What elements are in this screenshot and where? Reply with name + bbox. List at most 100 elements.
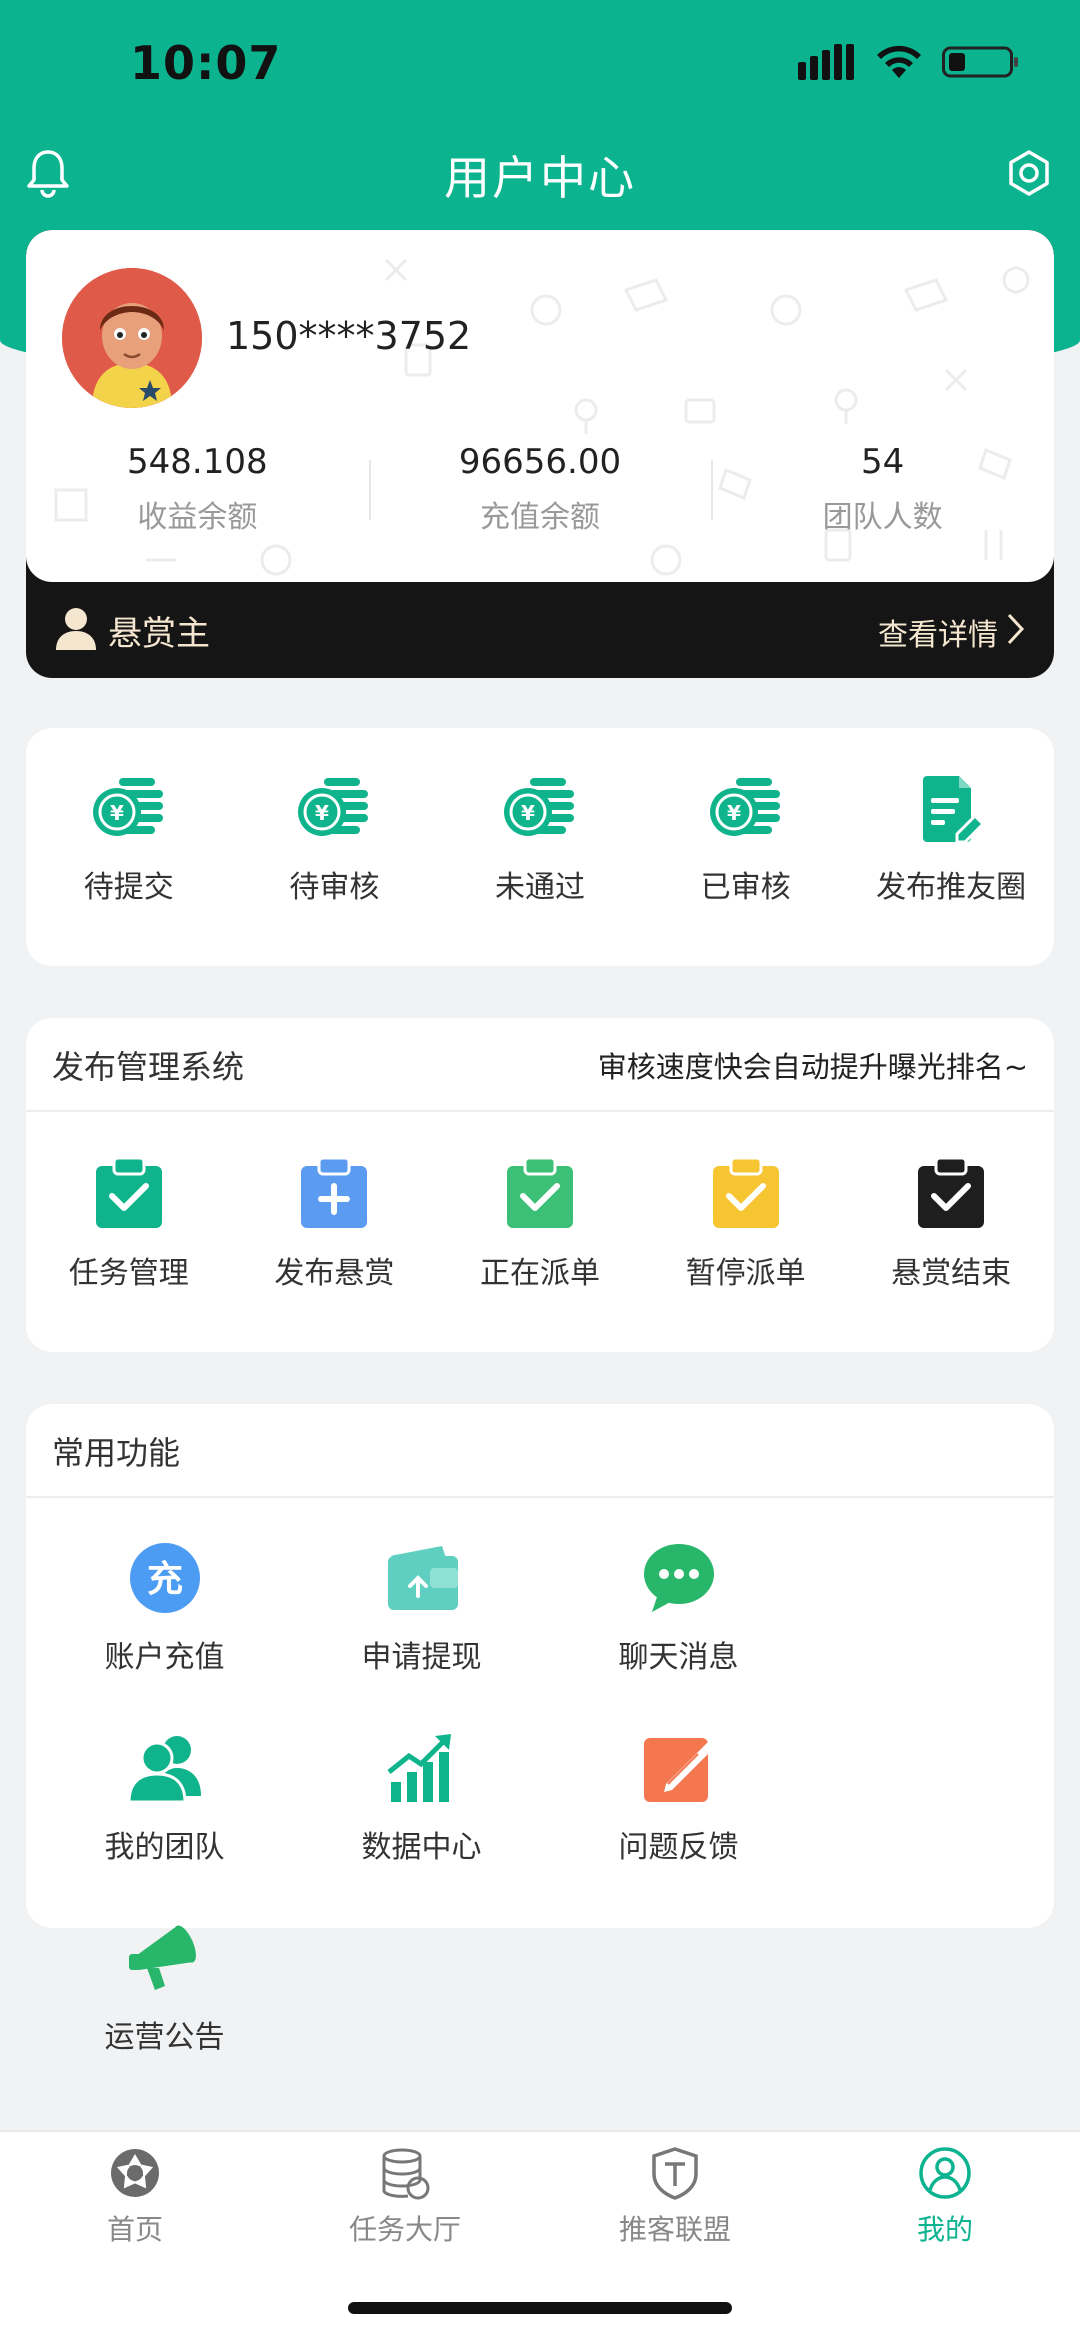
function-label: 数据中心 [361,1830,482,1865]
megaphone-icon [128,1925,196,1990]
status-time: 10:07 [130,36,282,90]
action-label: 暂停派单 [685,1256,806,1291]
my-team[interactable]: 我的团队 [36,1732,293,1922]
shield-t-icon [652,2147,698,2200]
svg-text:¥: ¥ [727,801,741,825]
card-note: 审核速度快会自动提升曝光排名~ [597,1050,1028,1084]
function-label: 申请提现 [361,1640,482,1675]
user-circle-icon [919,2147,971,2199]
chevron-right-icon [1007,613,1025,645]
order-pending-review[interactable]: ¥ 待审核 [232,774,438,906]
operation-announcement[interactable]: 运营公告 [36,1922,293,2112]
balance-stats: 548.108 收益余额 96656.00 充值余额 54 团队人数 [26,442,1054,536]
order-label: 待提交 [83,870,174,905]
coin-stack-icon: ¥ [709,778,780,836]
tab-label: 我的 [916,2213,973,2246]
account-recharge[interactable]: 充 账户充值 [36,1542,293,1732]
home-indicator [348,2302,732,2314]
stat-income-balance[interactable]: 548.108 收益余额 [26,442,369,536]
order-rejected[interactable]: ¥ 未通过 [437,774,643,906]
team-icon [126,1736,201,1804]
stat-team-count[interactable]: 54 团队人数 [711,442,1054,536]
wifi-icon [877,45,921,78]
svg-text:充: 充 [146,1559,182,1600]
status-bar: 10:07 [0,0,1080,130]
order-label: 待审核 [289,870,380,905]
order-status-card: ¥ 待提交 ¥ 待审核 ¥ 未通过 ¥ 已审核 发布推友圈 [26,728,1054,966]
stat-value: 54 [861,442,905,482]
card-title: 常用功能 [52,1434,181,1472]
apply-withdraw[interactable]: 申请提现 [293,1542,550,1732]
common-functions-card: 常用功能 充 账户充值 申请提现 聊天消息 我的团队 数据中心 问题反馈 运营公… [26,1404,1054,2055]
tab-affiliate[interactable]: 推客联盟 [540,2132,810,2252]
publish-bounty[interactable]: 发布悬赏 [232,1156,438,1292]
common-functions-grid: 充 账户充值 申请提现 聊天消息 我的团队 数据中心 问题反馈 运营公告 [26,1498,1054,2112]
order-label: 未通过 [494,870,585,905]
coin-stack-icon: ¥ [503,778,574,836]
dispatching[interactable]: 正在派单 [437,1156,643,1292]
action-label: 发布悬赏 [274,1256,395,1291]
wallet-icon [387,1546,458,1610]
role-label: 悬赏主 [108,614,210,654]
card-header: 常用功能 [26,1404,1054,1498]
profile-summary: 150****3752 548.108 收益余额 96656.00 充值余额 5… [26,230,1054,582]
tab-label: 任务大厅 [348,2213,461,2246]
action-label: 任务管理 [68,1256,189,1291]
order-status-row: ¥ 待提交 ¥ 待审核 ¥ 未通过 ¥ 已审核 发布推友圈 [26,728,1054,906]
function-label: 运营公告 [104,2020,225,2055]
nav-bar: 用户中心 [0,130,1080,220]
stat-label: 充值余额 [480,500,600,535]
stat-value: 96656.00 [458,442,622,482]
view-details-link[interactable]: 查看详情 [878,610,998,654]
signal-icon [798,44,854,80]
issue-feedback[interactable]: 问题反馈 [550,1732,807,1922]
function-label: 账户充值 [104,1640,225,1675]
tab-mine[interactable]: 我的 [810,2132,1080,2252]
stat-label: 收益余额 [137,500,258,535]
document-edit-icon [923,776,986,844]
publish-moments[interactable]: 发布推友圈 [848,774,1054,906]
chat-messages[interactable]: 聊天消息 [550,1542,807,1732]
data-center[interactable]: 数据中心 [293,1732,550,1922]
battery-icon [942,46,1018,78]
feedback-edit-icon [643,1738,714,1802]
order-approved[interactable]: ¥ 已审核 [643,774,849,906]
clipboard-plus-icon [301,1156,368,1228]
page-title: 用户中心 [444,151,636,205]
action-label: 悬赏结束 [891,1256,1012,1291]
task-management[interactable]: 任务管理 [26,1156,232,1292]
role-bar[interactable]: 悬赏主 查看详情 [26,582,1054,678]
tab-task-hall[interactable]: 任务大厅 [270,2132,540,2252]
publish-management-card: 发布管理系统 审核速度快会自动提升曝光排名~ 任务管理 发布悬赏 正在派单 暂停… [26,1018,1054,1352]
order-label: 已审核 [700,870,791,905]
user-silhouette-icon [56,608,96,650]
settings-icon[interactable] [1004,148,1054,198]
bounty-ended[interactable]: 悬赏结束 [848,1156,1054,1292]
status-icons [798,44,1020,80]
avatar-illustration [62,268,202,408]
pause-dispatch[interactable]: 暂停派单 [643,1156,849,1292]
user-phone: 150****3752 [226,314,472,358]
stat-value: 548.108 [127,442,268,482]
publish-actions-row: 任务管理 发布悬赏 正在派单 暂停派单 悬赏结束 [26,1112,1054,1292]
action-label: 正在派单 [479,1256,600,1291]
coin-stack-icon: ¥ [92,778,163,836]
clipboard-check-icon [712,1156,779,1228]
clipboard-check-icon [506,1156,573,1228]
tab-label: 推客联盟 [618,2213,731,2246]
chart-growth-icon [386,1734,451,1802]
tab-home[interactable]: 首页 [0,2132,270,2252]
card-header: 发布管理系统 审核速度快会自动提升曝光排名~ [26,1018,1054,1112]
function-label: 聊天消息 [618,1640,739,1675]
tab-label: 首页 [106,2213,163,2246]
database-icon [382,2148,430,2200]
order-pending-submit[interactable]: ¥ 待提交 [26,774,232,906]
chat-icon [643,1544,714,1612]
stat-recharge-balance[interactable]: 96656.00 充值余额 [368,442,712,536]
order-label: 发布推友圈 [876,870,1027,905]
avatar[interactable] [62,268,202,408]
clipboard-check-icon [918,1156,985,1228]
aperture-icon [111,2149,159,2197]
coin-stack-icon: ¥ [298,778,369,836]
svg-text:¥: ¥ [110,801,124,825]
